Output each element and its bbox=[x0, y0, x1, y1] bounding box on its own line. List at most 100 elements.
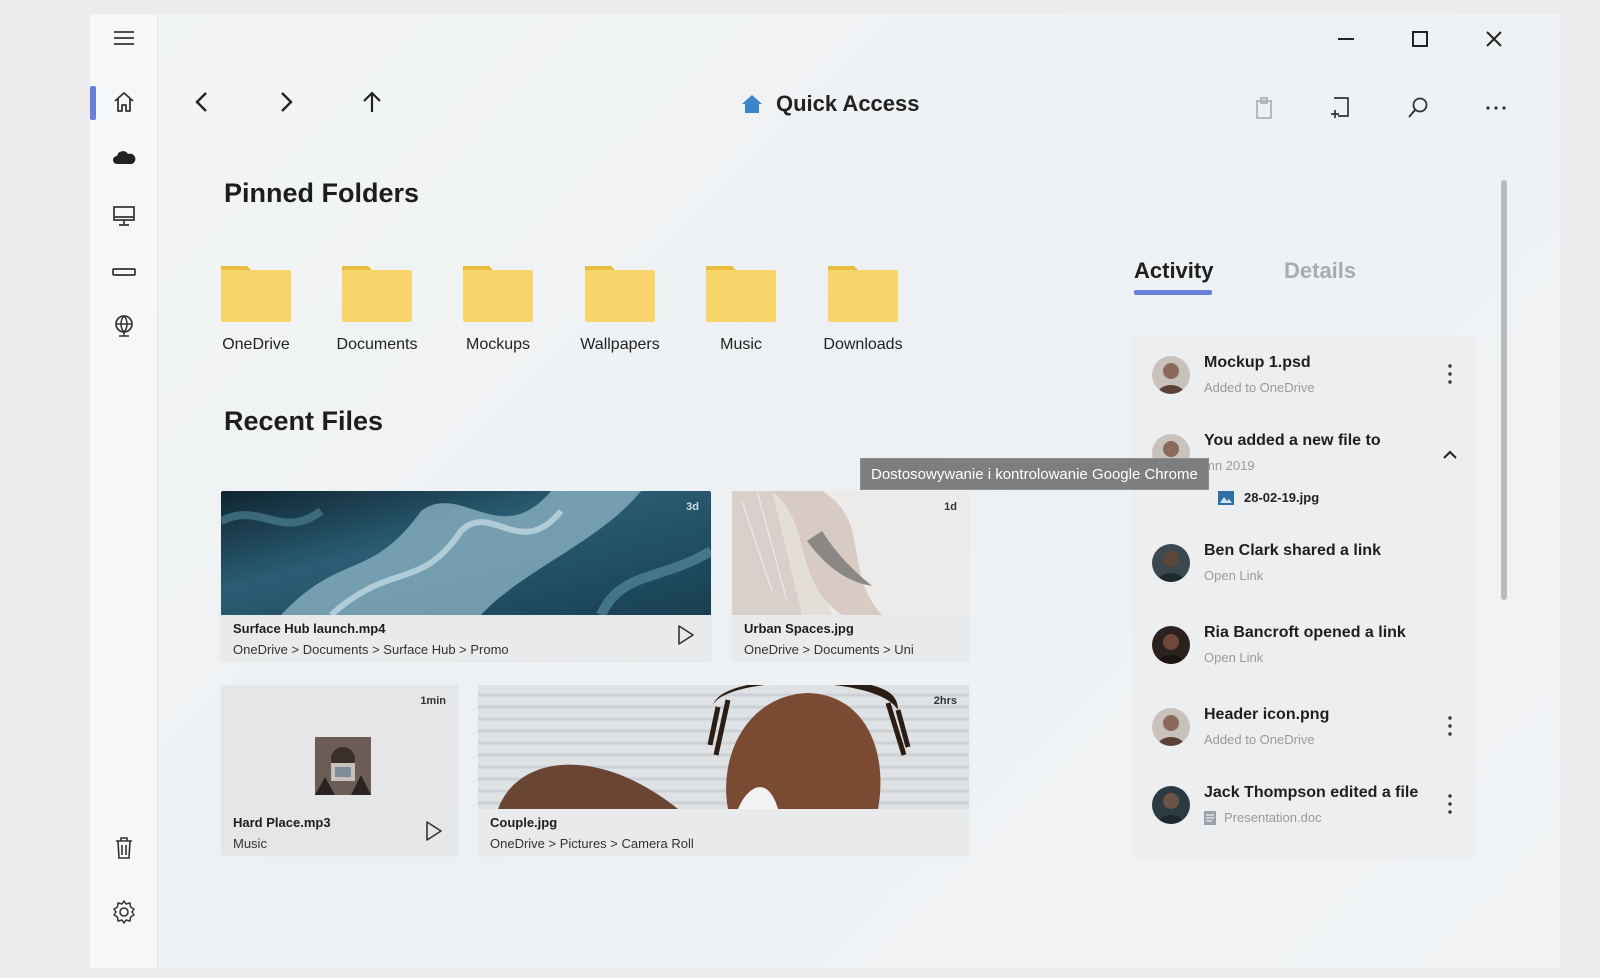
close-icon[interactable] bbox=[1466, 22, 1522, 56]
home-icon[interactable] bbox=[90, 80, 158, 124]
video-thumbnail bbox=[221, 491, 711, 615]
maximize-icon[interactable] bbox=[1392, 22, 1448, 56]
activity-item[interactable]: Ria Bancroft opened a link Open Link bbox=[1152, 624, 1468, 668]
tab-details[interactable]: Details bbox=[1284, 258, 1356, 284]
activity-item[interactable]: Ben Clark shared a link Open Link bbox=[1152, 542, 1468, 586]
activity-title: Jack Thompson edited a file bbox=[1204, 784, 1419, 801]
new-item-icon[interactable] bbox=[1320, 88, 1360, 128]
monitor-icon[interactable] bbox=[90, 194, 158, 238]
file-explorer-window: Quick Access Pinned Folders OneDrive Doc… bbox=[90, 14, 1560, 968]
document-icon bbox=[1204, 810, 1216, 825]
trash-icon[interactable] bbox=[90, 826, 158, 870]
file-name: Couple.jpg bbox=[490, 815, 558, 830]
image-thumbnail bbox=[478, 685, 969, 809]
search-icon[interactable] bbox=[1398, 88, 1438, 128]
activity-subtitle: Added to OneDrive bbox=[1204, 380, 1315, 395]
folder-mockups[interactable]: Mockups bbox=[443, 256, 553, 366]
attachment[interactable]: 28-02-19.jpg bbox=[1218, 490, 1319, 505]
file-path: OneDrive > Pictures > Camera Roll bbox=[490, 836, 694, 851]
file-age: 1min bbox=[420, 695, 446, 707]
folder-onedrive[interactable]: OneDrive bbox=[201, 256, 311, 366]
tab-activity[interactable]: Activity bbox=[1134, 258, 1213, 284]
file-card-hard-place[interactable]: 1min Hard Place.mp3 Music bbox=[221, 685, 458, 855]
activity-title: Mockup 1.psd bbox=[1204, 354, 1311, 371]
tab-activity-underline bbox=[1134, 290, 1212, 295]
activity-title: Header icon.png bbox=[1204, 706, 1330, 723]
avatar bbox=[1152, 626, 1190, 664]
scrollbar[interactable] bbox=[1501, 180, 1507, 600]
activity-subtitle: Added to OneDrive bbox=[1204, 732, 1315, 747]
image-file-icon bbox=[1218, 490, 1234, 505]
activity-title: You added a new file to bbox=[1204, 432, 1381, 449]
file-age: 2hrs bbox=[933, 695, 957, 707]
location-title: Quick Access bbox=[740, 88, 920, 120]
avatar bbox=[1152, 786, 1190, 824]
tooltip: Dostosowywanie i kontrolowanie Google Ch… bbox=[860, 458, 1209, 490]
pinned-folders-heading: Pinned Folders bbox=[224, 178, 420, 208]
play-icon[interactable] bbox=[421, 819, 445, 843]
more-icon[interactable] bbox=[1476, 88, 1516, 128]
avatar bbox=[1152, 356, 1190, 394]
avatar bbox=[1152, 544, 1190, 582]
clipboard-icon[interactable] bbox=[1244, 88, 1284, 128]
up-button[interactable] bbox=[352, 82, 392, 122]
file-card-surface-hub[interactable]: 3d Surface Hub launch.mp4 OneDrive > Doc… bbox=[221, 491, 711, 661]
folder-wallpapers[interactable]: Wallpapers bbox=[565, 256, 675, 366]
folder-icon bbox=[584, 262, 656, 322]
activity-item[interactable]: Jack Thompson edited a file Presentation… bbox=[1152, 784, 1468, 828]
folder-music[interactable]: Music bbox=[686, 256, 796, 366]
file-age: 1d bbox=[944, 501, 957, 513]
activity-link[interactable]: Open Link bbox=[1204, 568, 1263, 583]
file-name: Urban Spaces.jpg bbox=[744, 621, 854, 636]
attachment-name: 28-02-19.jpg bbox=[1244, 490, 1320, 505]
activity-subtitle: mn 2019 bbox=[1204, 458, 1255, 473]
activity-item[interactable]: Header icon.png Added to OneDrive bbox=[1152, 706, 1468, 750]
image-thumbnail bbox=[732, 491, 969, 615]
file-path: Music bbox=[233, 836, 267, 851]
minimize-icon[interactable] bbox=[1318, 22, 1374, 56]
folder-icon bbox=[341, 262, 413, 322]
folder-label: Music bbox=[720, 336, 762, 353]
folder-icon bbox=[220, 262, 292, 322]
activity-file[interactable]: Presentation.doc bbox=[1204, 810, 1322, 825]
drive-icon[interactable] bbox=[90, 250, 158, 294]
cloud-icon[interactable] bbox=[90, 136, 158, 180]
activity-title: Ria Bancroft opened a link bbox=[1204, 624, 1406, 641]
kebab-menu-icon[interactable] bbox=[1440, 712, 1460, 740]
folder-icon bbox=[705, 262, 777, 322]
folder-label: Mockups bbox=[465, 336, 531, 353]
folder-icon bbox=[462, 262, 534, 322]
folder-icon bbox=[827, 262, 899, 322]
folder-label: Wallpapers bbox=[580, 336, 660, 353]
folder-label: OneDrive bbox=[222, 336, 290, 353]
album-art bbox=[315, 737, 371, 795]
folder-label: Downloads bbox=[823, 336, 903, 353]
kebab-menu-icon[interactable] bbox=[1440, 790, 1460, 818]
file-path: OneDrive > Documents > Uni bbox=[744, 642, 914, 657]
activity-item[interactable]: Mockup 1.psd Added to OneDrive bbox=[1152, 354, 1468, 398]
gear-icon[interactable] bbox=[90, 890, 158, 934]
hamburger-icon[interactable] bbox=[90, 16, 158, 60]
activity-link[interactable]: Open Link bbox=[1204, 650, 1263, 665]
activity-file-name: Presentation.doc bbox=[1224, 810, 1322, 825]
back-button[interactable] bbox=[182, 82, 222, 122]
recent-files-heading: Recent Files bbox=[224, 406, 384, 436]
file-age: 3d bbox=[686, 501, 699, 513]
activity-title: Ben Clark shared a link bbox=[1204, 542, 1381, 559]
file-name: Hard Place.mp3 bbox=[233, 815, 331, 830]
file-card-couple[interactable]: 2hrs Couple.jpg OneDrive > Pictures > Ca… bbox=[478, 685, 969, 855]
home-location-icon bbox=[742, 95, 762, 113]
forward-button[interactable] bbox=[266, 82, 306, 122]
play-icon[interactable] bbox=[673, 623, 697, 647]
page-title: Quick Access bbox=[776, 91, 920, 116]
globe-icon[interactable] bbox=[90, 304, 158, 348]
file-name: Surface Hub launch.mp4 bbox=[233, 621, 386, 636]
folder-label: Documents bbox=[336, 336, 418, 353]
chevron-up-icon[interactable] bbox=[1440, 440, 1460, 468]
kebab-menu-icon[interactable] bbox=[1440, 360, 1460, 388]
avatar bbox=[1152, 708, 1190, 746]
folder-downloads[interactable]: Downloads bbox=[808, 256, 918, 366]
activity-panel: Mockup 1.psd Added to OneDrive You added… bbox=[1132, 336, 1476, 858]
file-card-urban-spaces[interactable]: 1d Urban Spaces.jpg OneDrive > Documents… bbox=[732, 491, 969, 661]
folder-documents[interactable]: Documents bbox=[322, 256, 432, 366]
